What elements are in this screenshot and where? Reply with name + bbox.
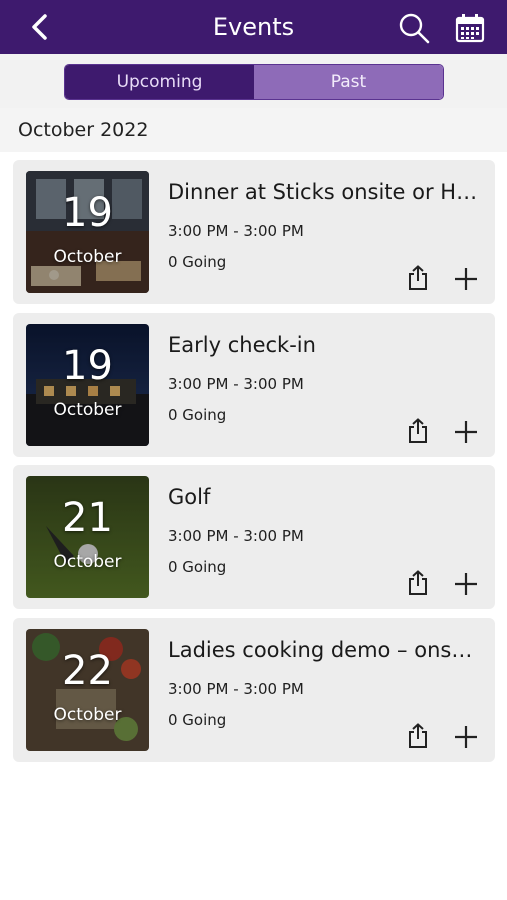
add-icon[interactable] bbox=[453, 266, 479, 292]
tab-bar: Upcoming Past bbox=[0, 54, 507, 108]
event-time: 3:00 PM - 3:00 PM bbox=[168, 222, 304, 240]
month-heading: October 2022 bbox=[0, 108, 507, 152]
add-icon[interactable] bbox=[453, 724, 479, 750]
calendar-icon[interactable] bbox=[455, 13, 485, 43]
event-time: 3:00 PM - 3:00 PM bbox=[168, 375, 304, 393]
app-header: Events bbox=[0, 0, 507, 54]
event-card[interactable]: 19 October Early check-in 3:00 PM - 3:00… bbox=[13, 313, 495, 457]
event-title: Dinner at Sticks onsite or H… bbox=[168, 180, 478, 204]
event-card[interactable]: 22 October Ladies cooking demo – onsi… 3… bbox=[13, 618, 495, 762]
event-month: October bbox=[53, 400, 122, 420]
add-icon[interactable] bbox=[453, 419, 479, 445]
event-thumbnail: 21 October bbox=[26, 476, 149, 598]
add-icon[interactable] bbox=[453, 571, 479, 597]
event-day: 21 bbox=[62, 495, 113, 541]
page-title: Events bbox=[212, 13, 295, 41]
event-month: October bbox=[53, 705, 122, 725]
event-time: 3:00 PM - 3:00 PM bbox=[168, 680, 304, 698]
event-going-count: 0 Going bbox=[168, 406, 227, 424]
event-title: Ladies cooking demo – onsi… bbox=[168, 638, 478, 662]
share-icon[interactable] bbox=[406, 265, 430, 291]
event-thumbnail: 22 October bbox=[26, 629, 149, 751]
event-day: 19 bbox=[62, 343, 113, 389]
event-title: Early check-in bbox=[168, 333, 316, 357]
event-time: 3:00 PM - 3:00 PM bbox=[168, 527, 304, 545]
event-going-count: 0 Going bbox=[168, 558, 227, 576]
event-card[interactable]: 21 October Golf 3:00 PM - 3:00 PM 0 Goin… bbox=[13, 465, 495, 609]
event-going-count: 0 Going bbox=[168, 711, 227, 729]
event-thumbnail: 19 October bbox=[26, 324, 149, 446]
tab-upcoming[interactable]: Upcoming bbox=[65, 65, 254, 99]
event-thumbnail: 19 October bbox=[26, 171, 149, 293]
event-day: 19 bbox=[62, 190, 113, 236]
search-icon[interactable] bbox=[398, 12, 430, 44]
event-going-count: 0 Going bbox=[168, 253, 227, 271]
share-icon[interactable] bbox=[406, 570, 430, 596]
share-icon[interactable] bbox=[406, 418, 430, 444]
segmented-control: Upcoming Past bbox=[64, 64, 444, 100]
event-month: October bbox=[53, 552, 122, 572]
event-title: Golf bbox=[168, 485, 211, 509]
tab-past[interactable]: Past bbox=[254, 65, 443, 99]
event-day: 22 bbox=[62, 648, 113, 694]
event-month: October bbox=[53, 247, 122, 267]
event-card[interactable]: 19 October Dinner at Sticks onsite or H…… bbox=[13, 160, 495, 304]
share-icon[interactable] bbox=[406, 723, 430, 749]
back-arrow-icon[interactable] bbox=[26, 12, 54, 42]
